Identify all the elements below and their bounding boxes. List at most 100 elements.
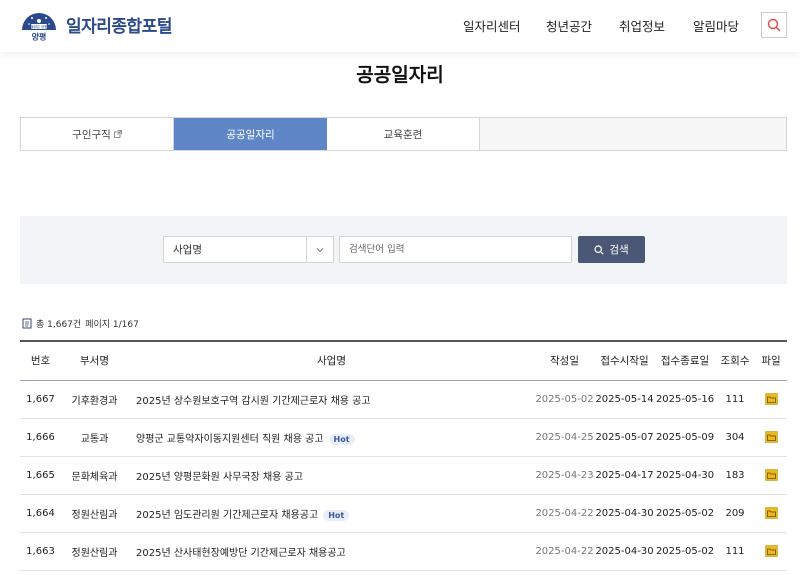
search-icon xyxy=(767,18,781,32)
col-file: 파일 xyxy=(755,340,787,381)
hot-badge: Hot xyxy=(323,509,350,521)
col-written-date: 작성일 xyxy=(535,340,594,381)
site-header: 물맑은 양평 양평 일자리종합포털 일자리센터 청년공간 취업정보 알림마당 xyxy=(0,0,800,52)
nav-youth-space[interactable]: 청년공간 xyxy=(546,16,592,35)
col-title: 사업명 xyxy=(128,340,535,381)
total-count: 총 1,667건 xyxy=(36,320,82,330)
tab-job-search[interactable]: 구인구직 xyxy=(21,118,174,150)
row-department: 교통과 xyxy=(61,418,128,457)
result-summary: 총 1,667건 페이지 1/167 xyxy=(22,317,139,330)
row-views: 111 xyxy=(715,532,755,571)
nav-job-info[interactable]: 취업정보 xyxy=(619,16,665,35)
row-start-date: 2025-05-07 xyxy=(594,418,655,457)
col-department: 부서명 xyxy=(61,340,128,381)
row-views: 304 xyxy=(715,418,755,457)
search-button[interactable]: 검색 xyxy=(578,236,645,263)
tab-education[interactable]: 교육훈련 xyxy=(327,118,480,150)
table-row[interactable]: 1,663 정원산림과 2025년 산사태현장예방단 기간제근로자 채용공고 2025… xyxy=(20,532,787,571)
folder-icon xyxy=(764,507,778,519)
page-indicator: 페이지 1/167 xyxy=(85,320,139,330)
row-start-date: 2025-04-30 xyxy=(594,532,655,571)
row-start-date: 2025-04-17 xyxy=(594,456,655,495)
yangpyeong-logo[interactable]: 물맑은 양평 양평 xyxy=(20,6,58,44)
col-number: 번호 xyxy=(20,340,61,381)
select-value: 사업명 xyxy=(173,244,202,256)
row-file[interactable] xyxy=(755,494,787,533)
hot-badge: Hot xyxy=(328,433,355,445)
row-end-date: 2025-05-09 xyxy=(655,418,715,457)
folder-icon xyxy=(764,393,778,405)
row-title-link[interactable]: 2025년 산사태현장예방단 기간제근로자 채용공고 xyxy=(136,548,346,559)
search-panel: 사업명 검색 xyxy=(20,216,787,284)
row-number: 1,667 xyxy=(20,380,61,419)
logo-top-text: 물맑은 양평 xyxy=(31,24,48,29)
row-file[interactable] xyxy=(755,456,787,495)
row-title-link[interactable]: 2025년 상수원보호구역 감시원 기간제근로자 채용 공고 xyxy=(136,396,371,407)
row-start-date: 2025-04-30 xyxy=(594,494,655,533)
row-written-date: 2025-04-22 xyxy=(535,494,594,533)
row-title-cell: 양평군 교통약자이동지원센터 직원 채용 공고 Hot xyxy=(128,418,535,457)
row-file[interactable] xyxy=(755,380,787,419)
row-department: 기후환경과 xyxy=(61,380,128,419)
folder-icon xyxy=(764,431,778,443)
table-row[interactable]: 1,664 정원산림과 2025년 임도관리원 기간제근로자 채용공고 Hot 2025… xyxy=(20,494,787,533)
table-row[interactable]: 1,666 교통과 양평군 교통약자이동지원센터 직원 채용 공고 Hot 2025-0… xyxy=(20,418,787,457)
row-end-date: 2025-05-02 xyxy=(655,494,715,533)
row-written-date: 2025-04-23 xyxy=(535,456,594,495)
col-views: 조회수 xyxy=(715,340,755,381)
row-file[interactable] xyxy=(755,532,787,571)
nav-job-center[interactable]: 일자리센터 xyxy=(463,16,521,35)
table-row[interactable]: 1,667 기후환경과 2025년 상수원보호구역 감시원 기간제근로자 채용 공고… xyxy=(20,380,787,419)
row-title-cell: 2025년 임도관리원 기간제근로자 채용공고 Hot xyxy=(128,494,535,533)
row-title-link[interactable]: 양평군 교통약자이동지원센터 직원 채용 공고 xyxy=(136,434,324,445)
row-written-date: 2025-04-22 xyxy=(535,532,594,571)
row-number: 1,665 xyxy=(20,456,61,495)
row-department: 정원산림과 xyxy=(61,532,128,571)
row-views: 209 xyxy=(715,494,755,533)
row-department: 문화체육과 xyxy=(61,456,128,495)
external-link-icon xyxy=(113,130,122,138)
search-type-select[interactable]: 사업명 xyxy=(163,236,334,263)
row-start-date: 2025-05-14 xyxy=(594,380,655,419)
row-title-cell: 2025년 양평문화원 사무국장 채용 공고 xyxy=(128,456,535,495)
table-row[interactable]: 1,665 문화체육과 2025년 양평문화원 사무국장 채용 공고 2025-04-… xyxy=(20,456,787,495)
tab-label: 공공일자리 xyxy=(226,128,275,141)
nav-notice[interactable]: 알림마당 xyxy=(693,16,739,35)
folder-icon xyxy=(764,469,778,481)
row-title-link[interactable]: 2025년 임도관리원 기간제근로자 채용공고 xyxy=(136,510,318,521)
page-title: 공공일자리 xyxy=(356,64,444,86)
site-brand[interactable]: 일자리종합포털 xyxy=(66,12,172,37)
col-end-date: 접수종료일 xyxy=(655,340,715,381)
document-icon xyxy=(22,318,32,329)
search-button-label: 검색 xyxy=(609,244,629,256)
row-views: 111 xyxy=(715,380,755,419)
tab-label: 구인구직 xyxy=(72,128,111,141)
tab-empty-area xyxy=(480,118,786,150)
select-arrow[interactable] xyxy=(306,237,333,262)
row-number: 1,663 xyxy=(20,532,61,571)
row-end-date: 2025-04-30 xyxy=(655,456,715,495)
col-start-date: 접수시작일 xyxy=(594,340,655,381)
row-title-link[interactable]: 2025년 양평문화원 사무국장 채용 공고 xyxy=(136,472,303,483)
category-tabs: 구인구직 공공일자리 교육훈련 xyxy=(20,117,787,151)
row-end-date: 2025-05-16 xyxy=(655,380,715,419)
search-input[interactable] xyxy=(339,236,572,263)
row-views: 183 xyxy=(715,456,755,495)
row-title-cell: 2025년 상수원보호구역 감시원 기간제근로자 채용 공고 xyxy=(128,380,535,419)
row-file[interactable] xyxy=(755,418,787,457)
tab-label: 교육훈련 xyxy=(383,128,423,141)
row-department: 정원산림과 xyxy=(61,494,128,533)
search-icon xyxy=(594,244,604,255)
row-written-date: 2025-04-25 xyxy=(535,418,594,457)
row-written-date: 2025-05-02 xyxy=(535,380,594,419)
table-header-row: 번호 부서명 사업명 작성일 접수시작일 접수종료일 조회수 파일 xyxy=(20,340,787,381)
tab-public-jobs[interactable]: 공공일자리 xyxy=(174,118,327,150)
row-number: 1,666 xyxy=(20,418,61,457)
row-number: 1,664 xyxy=(20,494,61,533)
chevron-down-icon xyxy=(316,247,324,252)
header-search-button[interactable] xyxy=(761,12,787,38)
jobs-table: 번호 부서명 사업명 작성일 접수시작일 접수종료일 조회수 파일 1,667 기… xyxy=(20,340,787,571)
row-end-date: 2025-05-02 xyxy=(655,532,715,571)
logo-text: 양평 xyxy=(32,32,47,42)
folder-icon xyxy=(764,545,778,557)
